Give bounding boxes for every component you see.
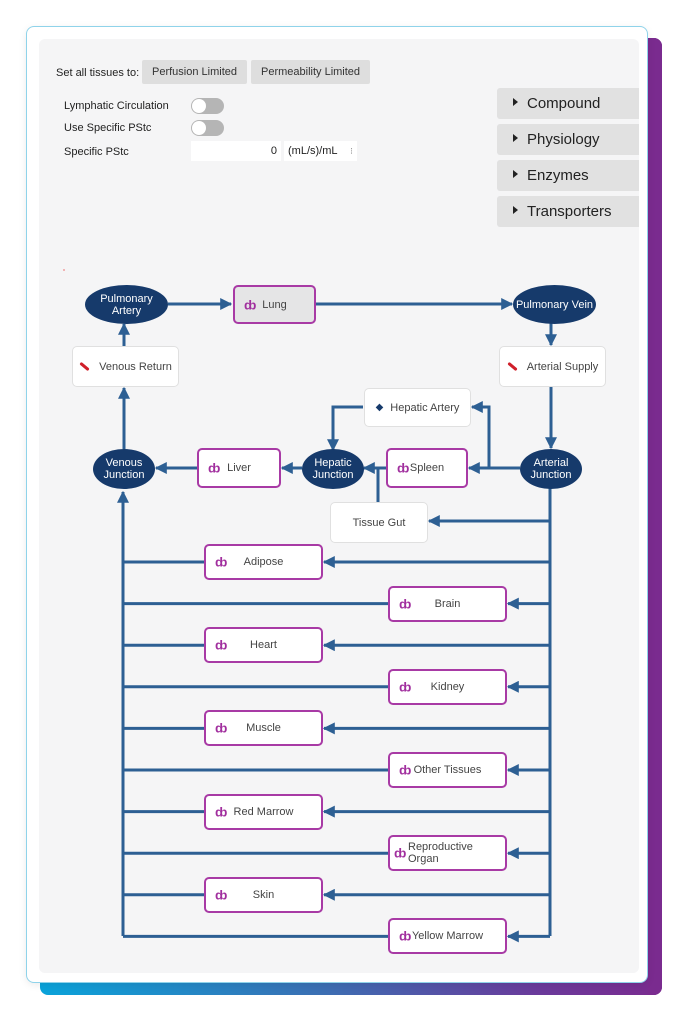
tissue-reproductive-organ[interactable]: ȸ Reproductive Organ bbox=[388, 835, 507, 872]
blood-vessel-icon bbox=[507, 361, 518, 372]
tissue-label: Other Tissues bbox=[413, 764, 482, 776]
organ-icon: ȸ bbox=[208, 460, 221, 476]
tissue-label: Muscle bbox=[246, 722, 281, 735]
organ-label: Lung bbox=[262, 298, 287, 311]
junction-venous[interactable]: Venous Junction bbox=[93, 449, 155, 489]
tissue-label: Heart bbox=[250, 639, 277, 652]
vessel-hepatic-artery[interactable]: ◆ Hepatic Artery bbox=[364, 388, 471, 427]
tissue-brain[interactable]: ȸ Brain bbox=[388, 585, 507, 622]
tissue-label: Adipose bbox=[243, 556, 284, 568]
tissue-muscle[interactable]: ȸ Muscle bbox=[204, 710, 323, 747]
blood-vessel-icon bbox=[79, 361, 90, 372]
junction-pulmonary-artery[interactable]: Pulmonary Artery bbox=[85, 285, 168, 324]
organ-icon: ȸ bbox=[215, 637, 228, 653]
tissue-heart[interactable]: ȸ Heart bbox=[204, 627, 323, 664]
organ-icon: ȸ bbox=[215, 804, 228, 820]
organ-label: Liver bbox=[227, 462, 251, 474]
organ-icon: ȸ bbox=[244, 297, 257, 312]
organ-icon: ȸ bbox=[399, 679, 412, 695]
junction-hepatic[interactable]: Hepatic Junction bbox=[302, 449, 364, 489]
organ-icon: ȸ bbox=[394, 845, 407, 861]
organ-lung[interactable]: ȸ Lung bbox=[233, 285, 316, 324]
junction-arterial[interactable]: Arterial Junction bbox=[520, 449, 582, 489]
tissue-label: Reproductive Organ bbox=[408, 841, 473, 866]
tissue-label: Yellow Marrow bbox=[411, 930, 484, 943]
organ-icon: ȸ bbox=[399, 762, 412, 778]
tissue-label: Brain bbox=[434, 597, 461, 610]
tissue-red-marrow[interactable]: ȸ Red Marrow bbox=[204, 793, 323, 830]
tissue-skin[interactable]: ȸ Skin bbox=[204, 876, 323, 913]
vessel-label: Tissue Gut bbox=[352, 516, 406, 529]
vessel-label: Venous Return bbox=[99, 360, 172, 373]
tissue-label: Kidney bbox=[430, 680, 465, 693]
organ-icon: ȸ bbox=[397, 460, 410, 476]
vessel-venous-return[interactable]: Venous Return bbox=[72, 346, 179, 387]
tissue-other-tissues[interactable]: ȸ Other Tissues bbox=[388, 752, 507, 788]
vessel-label: Arterial Supply bbox=[526, 360, 599, 373]
organ-icon: ȸ bbox=[215, 554, 228, 570]
tissue-label: Skin bbox=[252, 888, 275, 901]
vessel-tissue-gut[interactable]: Tissue Gut bbox=[330, 502, 428, 543]
vessel-arterial-supply[interactable]: Arterial Supply bbox=[499, 346, 606, 387]
tissue-kidney[interactable]: ȸ Kidney bbox=[388, 668, 507, 705]
junction-pulmonary-vein[interactable]: Pulmonary Vein bbox=[513, 285, 596, 324]
edge-arterial-junction-hepatic-artery bbox=[470, 401, 491, 468]
organ-liver[interactable]: ȸ Liver bbox=[197, 448, 281, 488]
organ-icon: ȸ bbox=[215, 720, 228, 736]
tissue-yellow-marrow[interactable]: ȸ Yellow Marrow bbox=[388, 918, 507, 955]
organ-spleen[interactable]: ȸ Spleen bbox=[386, 448, 468, 488]
tissue-adipose[interactable]: ȸ Adipose bbox=[204, 544, 323, 580]
organ-icon: ȸ bbox=[399, 596, 412, 612]
tissue-label: Red Marrow bbox=[233, 805, 294, 818]
diamond-arrow-icon: ◆ bbox=[375, 402, 384, 413]
organ-label: Spleen bbox=[409, 462, 445, 474]
edge-hepatic-artery-hepatic-junction bbox=[327, 405, 363, 452]
organ-icon: ȸ bbox=[215, 887, 228, 903]
vessel-label: Hepatic Artery bbox=[390, 401, 460, 414]
organ-icon: ȸ bbox=[399, 928, 412, 944]
